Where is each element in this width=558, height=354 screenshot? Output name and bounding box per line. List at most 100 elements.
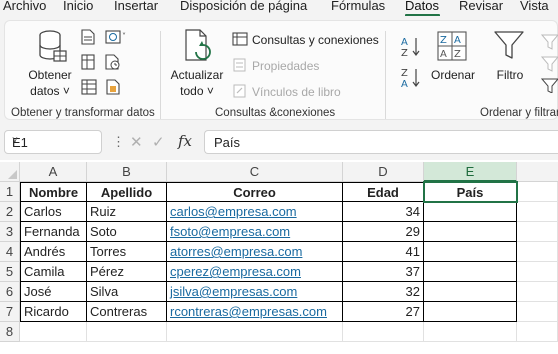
cell[interactable] <box>424 302 517 322</box>
cell[interactable]: Contreras <box>87 302 167 322</box>
cell[interactable]: Torres <box>87 242 167 262</box>
cell[interactable]: 37 <box>343 262 424 282</box>
cell[interactable] <box>20 322 87 342</box>
column-header-e[interactable]: E <box>424 162 517 182</box>
tab-revisar[interactable]: Revisar <box>459 0 503 13</box>
group-label-obtener: Obtener y transformar datos <box>11 107 155 119</box>
cell[interactable] <box>517 322 558 342</box>
enter-icon[interactable]: ✓ <box>152 133 165 151</box>
tab-inicio[interactable]: Inicio <box>63 0 93 13</box>
svg-text:Z: Z <box>401 48 408 57</box>
more-options-icon[interactable]: ⋮ <box>112 134 125 150</box>
obtener-datos-button[interactable]: Obtener datos ˅ <box>25 67 75 99</box>
cell[interactable]: José <box>20 282 87 302</box>
cancel-icon[interactable]: ✕ <box>130 133 143 151</box>
cell[interactable] <box>517 182 558 202</box>
svg-text:Z: Z <box>454 49 461 60</box>
cell[interactable]: Soto <box>87 222 167 242</box>
name-box[interactable]: E1 ˅ <box>4 130 102 154</box>
tab-archivo[interactable]: Archivo <box>3 0 46 13</box>
chevron-down-icon[interactable]: ˅ <box>12 135 94 146</box>
tab-formulas[interactable]: Fórmulas <box>331 0 385 13</box>
row-header[interactable]: 7 <box>0 302 20 322</box>
cell[interactable]: Edad <box>343 182 424 202</box>
cell[interactable] <box>424 282 517 302</box>
cell[interactable] <box>424 202 517 222</box>
cell[interactable]: Correo <box>167 182 343 202</box>
actualizar-label-2: todo <box>180 84 204 98</box>
actualizar-label-1: Actualizar <box>170 68 224 82</box>
cell[interactable] <box>424 222 517 242</box>
cell[interactable] <box>167 322 343 342</box>
sort-icon: Z A A Z <box>437 31 467 61</box>
existing-connections-icon[interactable] <box>81 79 97 95</box>
cell[interactable]: atorres@empresa.com <box>167 242 343 262</box>
tab-datos[interactable]: Datos <box>405 0 439 13</box>
properties-icon <box>233 58 246 72</box>
sort-za-icon[interactable]: Z A <box>401 66 421 88</box>
cell[interactable] <box>424 322 517 342</box>
cell[interactable]: carlos@empresa.com <box>167 202 343 222</box>
row-header[interactable]: 8 <box>0 322 20 342</box>
cell[interactable]: Carlos <box>20 202 87 222</box>
cell[interactable] <box>517 242 558 262</box>
recent-sources-icon[interactable] <box>105 54 121 70</box>
cell[interactable]: rcontreras@empresas.com <box>167 302 343 322</box>
cell[interactable]: Apellido <box>87 182 167 202</box>
cell[interactable] <box>424 242 517 262</box>
from-web-icon[interactable]: ˅ <box>105 30 127 44</box>
cell[interactable]: 34 <box>343 202 424 222</box>
cell[interactable]: Ruiz <box>87 202 167 222</box>
cell[interactable] <box>517 302 558 322</box>
select-all-corner[interactable] <box>0 162 20 182</box>
file-orange-icon[interactable] <box>105 79 121 95</box>
cell[interactable]: cperez@empresa.com <box>167 262 343 282</box>
cell[interactable] <box>517 262 558 282</box>
ordenar-button[interactable]: Ordenar <box>429 67 477 83</box>
row-header[interactable]: 2 <box>0 202 20 222</box>
cell[interactable]: 29 <box>343 222 424 242</box>
menu-bar: Archivo Inicio Insertar Disposición de p… <box>0 0 558 17</box>
advanced-filter-icons[interactable] <box>541 33 558 93</box>
column-header-a[interactable]: A <box>20 162 87 182</box>
from-table-icon[interactable] <box>81 54 95 70</box>
cell[interactable]: 27 <box>343 302 424 322</box>
row-header[interactable]: 4 <box>0 242 20 262</box>
formula-input[interactable]: País <box>204 130 558 154</box>
tab-vista[interactable]: Vista <box>520 0 549 13</box>
tab-disposicion[interactable]: Disposición de página <box>180 0 307 13</box>
cell[interactable]: Nombre <box>20 182 87 202</box>
cell[interactable] <box>87 322 167 342</box>
cell[interactable] <box>424 262 517 282</box>
ribbon-panel: Obtener datos ˅ ˅ Obtener y transformar … <box>4 20 558 120</box>
row-header[interactable]: 1 <box>0 182 20 202</box>
cell[interactable]: 32 <box>343 282 424 302</box>
text-file-icon[interactable] <box>81 29 95 45</box>
cell[interactable] <box>517 222 558 242</box>
actualizar-todo-button[interactable]: Actualizar todo ˅ <box>169 67 225 99</box>
row-header[interactable]: 6 <box>0 282 20 302</box>
column-header-d[interactable]: D <box>343 162 424 182</box>
cell[interactable]: 41 <box>343 242 424 262</box>
column-header-c[interactable]: C <box>167 162 343 182</box>
cell[interactable] <box>517 282 558 302</box>
column-header-f[interactable] <box>517 162 558 182</box>
cell[interactable]: Pérez <box>87 262 167 282</box>
sort-az-icon[interactable]: A Z <box>401 35 421 57</box>
cell[interactable] <box>343 322 424 342</box>
cell[interactable]: Andrés <box>20 242 87 262</box>
cell[interactable]: Silva <box>87 282 167 302</box>
filtro-button[interactable]: Filtro <box>490 67 530 83</box>
column-header-b[interactable]: B <box>87 162 167 182</box>
cell[interactable] <box>517 202 558 222</box>
svg-text:Z: Z <box>401 68 408 79</box>
row-header[interactable]: 3 <box>0 222 20 242</box>
cell[interactable]: Ricardo <box>20 302 87 322</box>
row-header[interactable]: 5 <box>0 262 20 282</box>
cell[interactable]: Camila <box>20 262 87 282</box>
cell[interactable]: jsilva@empresas.com <box>167 282 343 302</box>
insert-function-icon[interactable]: fx <box>178 132 192 150</box>
cell[interactable]: Fernanda <box>20 222 87 242</box>
cell[interactable]: fsoto@empresa.com <box>167 222 343 242</box>
tab-insertar[interactable]: Insertar <box>114 0 158 13</box>
